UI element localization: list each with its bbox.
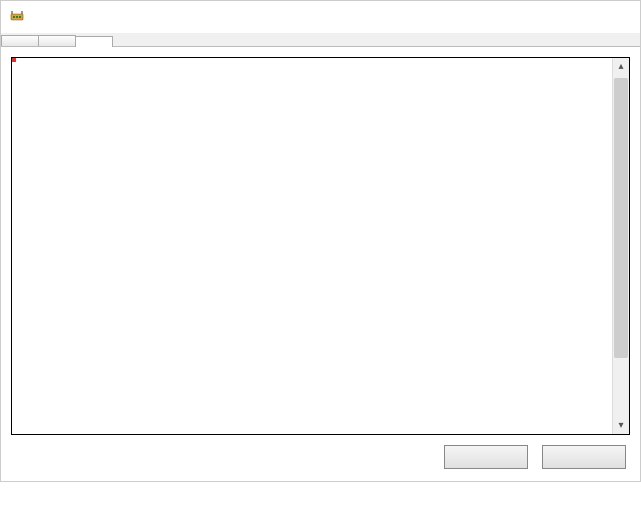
- scroll-up-icon[interactable]: ▴: [613, 58, 629, 75]
- button-row: [5, 441, 636, 477]
- tab-config[interactable]: [38, 35, 76, 46]
- tab-bar: [1, 33, 640, 47]
- maximize-button[interactable]: [544, 1, 590, 33]
- close-button[interactable]: [590, 1, 636, 33]
- minimize-button[interactable]: [498, 1, 544, 33]
- scrollbar[interactable]: ▴ ▾: [612, 58, 629, 434]
- titlebar[interactable]: [1, 1, 640, 33]
- scroll-thumb[interactable]: [614, 78, 628, 358]
- scroll-down-icon[interactable]: ▾: [613, 417, 629, 434]
- terminal-output[interactable]: [12, 58, 612, 434]
- tab-physical[interactable]: [1, 35, 39, 46]
- copy-button[interactable]: [444, 445, 528, 469]
- tab-cli[interactable]: [75, 36, 113, 47]
- paste-button[interactable]: [542, 445, 626, 469]
- content-area: ▴ ▾: [1, 47, 640, 481]
- app-window: ▴ ▾: [0, 0, 641, 482]
- terminal-container: ▴ ▾: [11, 57, 630, 435]
- router-icon: [9, 9, 25, 25]
